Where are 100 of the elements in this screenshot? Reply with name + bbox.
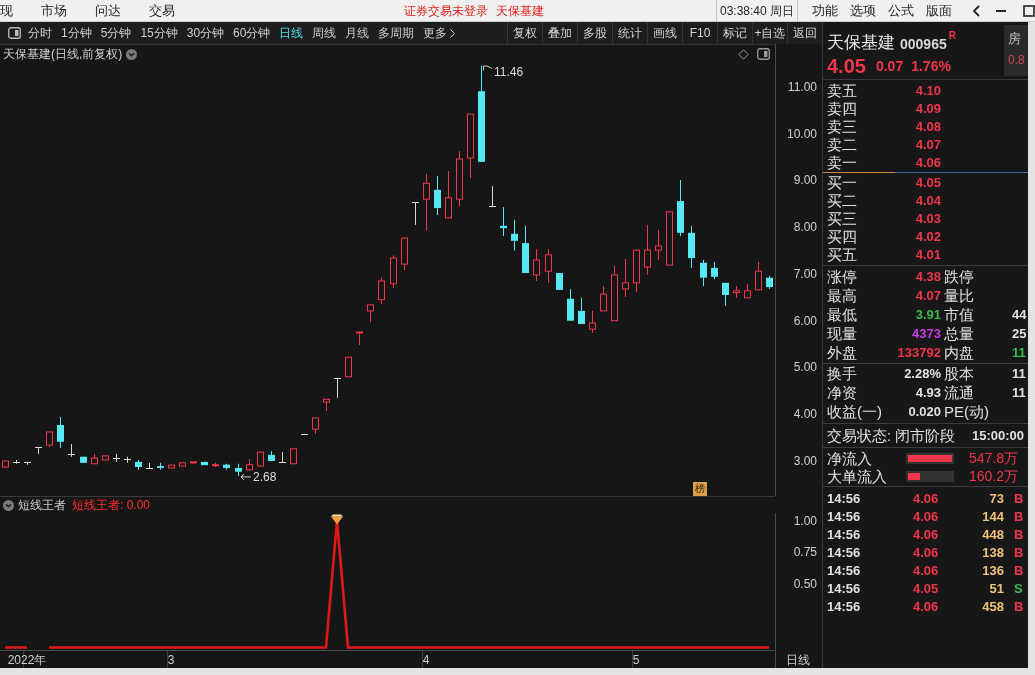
axis-tick-label: 4.00 [793,407,817,422]
chevron-circle-icon[interactable] [3,499,14,511]
candle [157,462,164,471]
period-tab[interactable]: 月线 [345,24,370,42]
stat-value: 4.38 [915,270,941,283]
stat-label: 收益(一) [827,404,882,419]
menu-item[interactable]: 交易 [149,0,175,21]
order-label: 买五 [827,246,857,262]
period-tab[interactable]: 分时 [28,24,52,42]
diamond-icon[interactable] [738,48,749,60]
menu-item[interactable]: 公式 [888,0,914,21]
minimize-icon[interactable] [996,9,1006,12]
stat-label: 股本 [944,366,975,381]
order-label: 买一 [827,174,857,190]
toolbar-button[interactable]: 标记 [717,22,752,44]
tick-volume: 138 [981,545,1004,559]
candle [145,462,154,470]
stat-label: 外盘 [827,345,857,360]
tick-time: 14:56 [827,491,862,505]
menu-item[interactable]: 现 [0,0,13,21]
axis-tick-label: 0.75 [793,545,817,560]
panel-toggle-icon[interactable] [7,27,21,39]
stat-label: 跌停 [944,269,975,284]
candle [545,248,552,284]
candle [511,219,518,252]
tick-price: 4.06 [913,545,940,559]
tick-price: 4.06 [913,599,940,613]
candle [333,377,342,399]
candle [123,456,132,464]
menu-item[interactable]: 选项 [850,0,876,21]
period-tab[interactable]: 日线 [279,24,304,42]
candle [622,258,629,298]
current-price: 4.05 [827,56,866,76]
stat-label: 最高 [827,288,857,303]
tick-volume: 144 [981,509,1004,523]
candle [390,254,397,289]
candle [300,433,309,436]
candle [578,297,585,325]
period-label: 日线 [786,653,810,667]
candle [722,282,729,307]
side-tab[interactable]: 房 0.8 [1004,25,1028,76]
chart-title: 天保基建(日线,前复权) [3,48,123,60]
stat-value: 4.93 [915,386,941,399]
order-price: 4.08 [915,119,941,133]
candle [700,259,707,287]
toolbar-button[interactable]: 统计 [612,22,647,44]
period-tab[interactable]: 30分钟 [186,24,225,42]
menu-item[interactable]: 功能 [812,0,838,21]
toolbar-button[interactable]: 多股 [577,22,612,44]
menu-item[interactable]: 版面 [926,0,952,21]
order-price: 4.01 [915,247,941,261]
candle [67,443,76,458]
flow-label: 大单流入 [827,468,888,484]
period-tab[interactable]: 60分钟 [233,24,271,42]
toolbar-button[interactable]: +自选 [752,22,787,44]
flow-value: 160.2万 [967,469,1018,483]
chevron-circle-icon[interactable] [126,48,138,60]
period-tab[interactable]: 多周期 [378,24,415,42]
order-price: 4.06 [915,155,941,169]
candle [633,249,640,293]
flow-value: 547.8万 [967,451,1018,465]
candle [755,261,762,291]
login-status[interactable]: 证券交易未登录 [404,1,488,20]
period-tab[interactable]: 周线 [312,24,337,42]
chevron-left-icon[interactable] [973,4,980,17]
period-tab[interactable]: 15分钟 [140,24,178,42]
rank-tag[interactable]: 榜 [693,482,707,496]
candle [600,285,607,312]
flow-label: 净流入 [827,450,873,466]
panel-toggle-icon[interactable] [757,48,770,60]
candle [235,463,242,477]
stat-label: 涨停 [827,269,857,284]
candle [223,463,230,471]
axis-tick-label: 4 [422,653,430,667]
tick-time: 14:56 [827,599,862,613]
maximize-icon[interactable] [1023,4,1035,17]
period-tab[interactable]: 更多 [423,24,456,42]
tick-side: B [1014,491,1024,505]
stat-label: 净资 [827,385,857,400]
clock: 03:38:40 周日 [715,0,798,21]
candle [268,450,275,462]
candle [644,224,651,276]
indicator-reading: 短线王者: 0.00 [72,499,151,511]
tick-price: 4.06 [913,563,940,577]
menu-item[interactable]: 问达 [95,0,121,21]
toolbar-button[interactable]: F10 [682,22,717,44]
axis-tick-label: 1.00 [793,513,817,528]
period-tab[interactable]: 1分钟 [61,24,92,42]
tick-price: 4.05 [913,581,940,595]
toolbar-button[interactable]: 画线 [647,22,682,44]
candle [677,179,684,237]
candle [80,456,87,464]
toolbar-button[interactable]: 复权 [507,22,542,44]
order-price: 4.07 [915,137,941,151]
candle [190,461,197,465]
period-tab[interactable]: 5分钟 [100,24,132,42]
tick-volume: 73 [988,491,1004,505]
toolbar-button[interactable]: 叠加 [542,22,577,44]
menu-item[interactable]: 市场 [41,0,67,21]
candle [445,170,452,219]
